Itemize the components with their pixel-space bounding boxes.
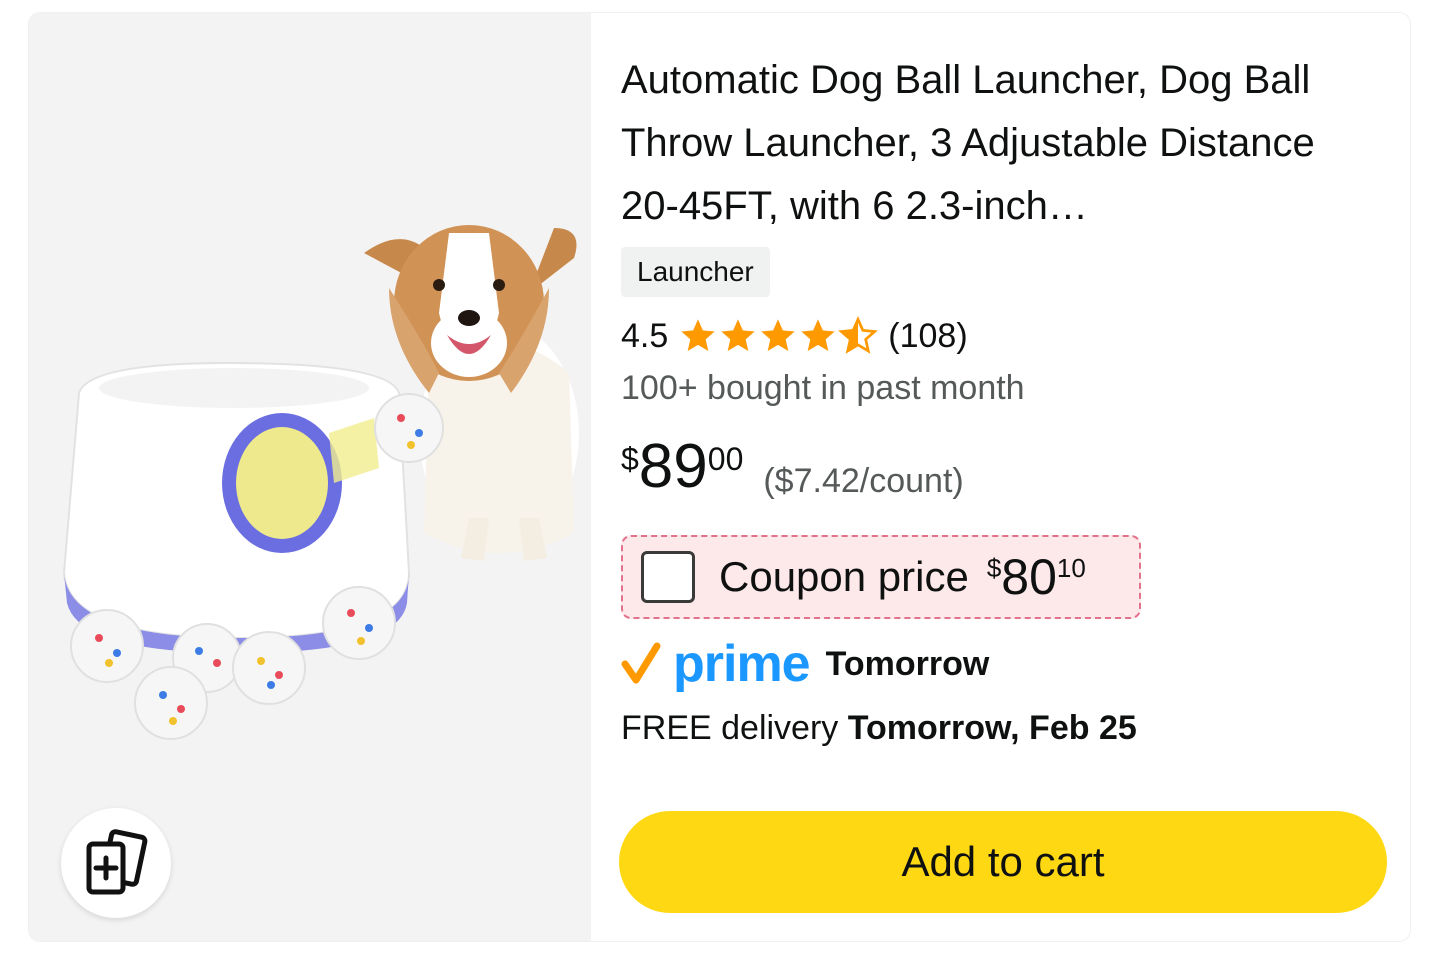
unit-price: ($7.42/count)	[763, 462, 964, 500]
bought-count: 100+ bought in past month	[621, 369, 1025, 407]
star-icon	[681, 319, 715, 351]
compare-cards-icon	[86, 829, 148, 895]
prime-delivery-day: Tomorrow	[825, 644, 990, 683]
delivery-date: Tomorrow, Feb 25	[847, 709, 1137, 747]
rating-value: 4.5	[621, 316, 669, 355]
star-icon	[761, 319, 795, 351]
price-fraction: 00	[707, 441, 744, 477]
star-icon	[721, 319, 755, 351]
star-rating	[678, 316, 879, 356]
coupon-price: $ 80 10	[987, 551, 1086, 603]
delivery-info: FREE delivery Tomorrow, Feb 25	[621, 705, 1137, 751]
prime-logo: prime	[673, 635, 811, 693]
product-image[interactable]	[29, 13, 591, 942]
delivery-prefix: FREE delivery	[621, 709, 848, 747]
prime-badge: prime Tomorrow	[621, 629, 989, 699]
coupon-label: Coupon price	[719, 553, 969, 600]
compare-button[interactable]	[61, 808, 171, 918]
add-to-cart-button[interactable]: Add to cart	[619, 811, 1387, 913]
coupon-checkbox[interactable]: Coupon price $ 80 10	[621, 535, 1141, 619]
coupon-price-symbol: $	[986, 553, 1002, 583]
rating-row[interactable]: 4.5 (108)	[621, 313, 968, 359]
product-title[interactable]: Automatic Dog Ball Launcher, Dog Ball Th…	[621, 49, 1361, 238]
checkbox[interactable]	[641, 551, 695, 603]
rating-count[interactable]: (108)	[888, 317, 967, 356]
price-whole: 89	[638, 432, 708, 501]
product-image-pane[interactable]	[29, 13, 591, 942]
coupon-price-whole: 80	[1001, 549, 1057, 605]
price-symbol: $	[621, 441, 639, 477]
product-info: Automatic Dog Ball Launcher, Dog Ball Th…	[619, 13, 1401, 941]
product-card[interactable]: Automatic Dog Ball Launcher, Dog Ball Th…	[28, 12, 1411, 942]
coupon-price-fraction: 10	[1056, 553, 1086, 583]
star-half-icon	[838, 316, 879, 354]
price: $ 89 00 ($7.42/count)	[621, 431, 964, 511]
variant-chip[interactable]: Launcher	[621, 247, 770, 297]
prime-check-icon	[621, 642, 661, 684]
star-icon	[801, 319, 835, 351]
